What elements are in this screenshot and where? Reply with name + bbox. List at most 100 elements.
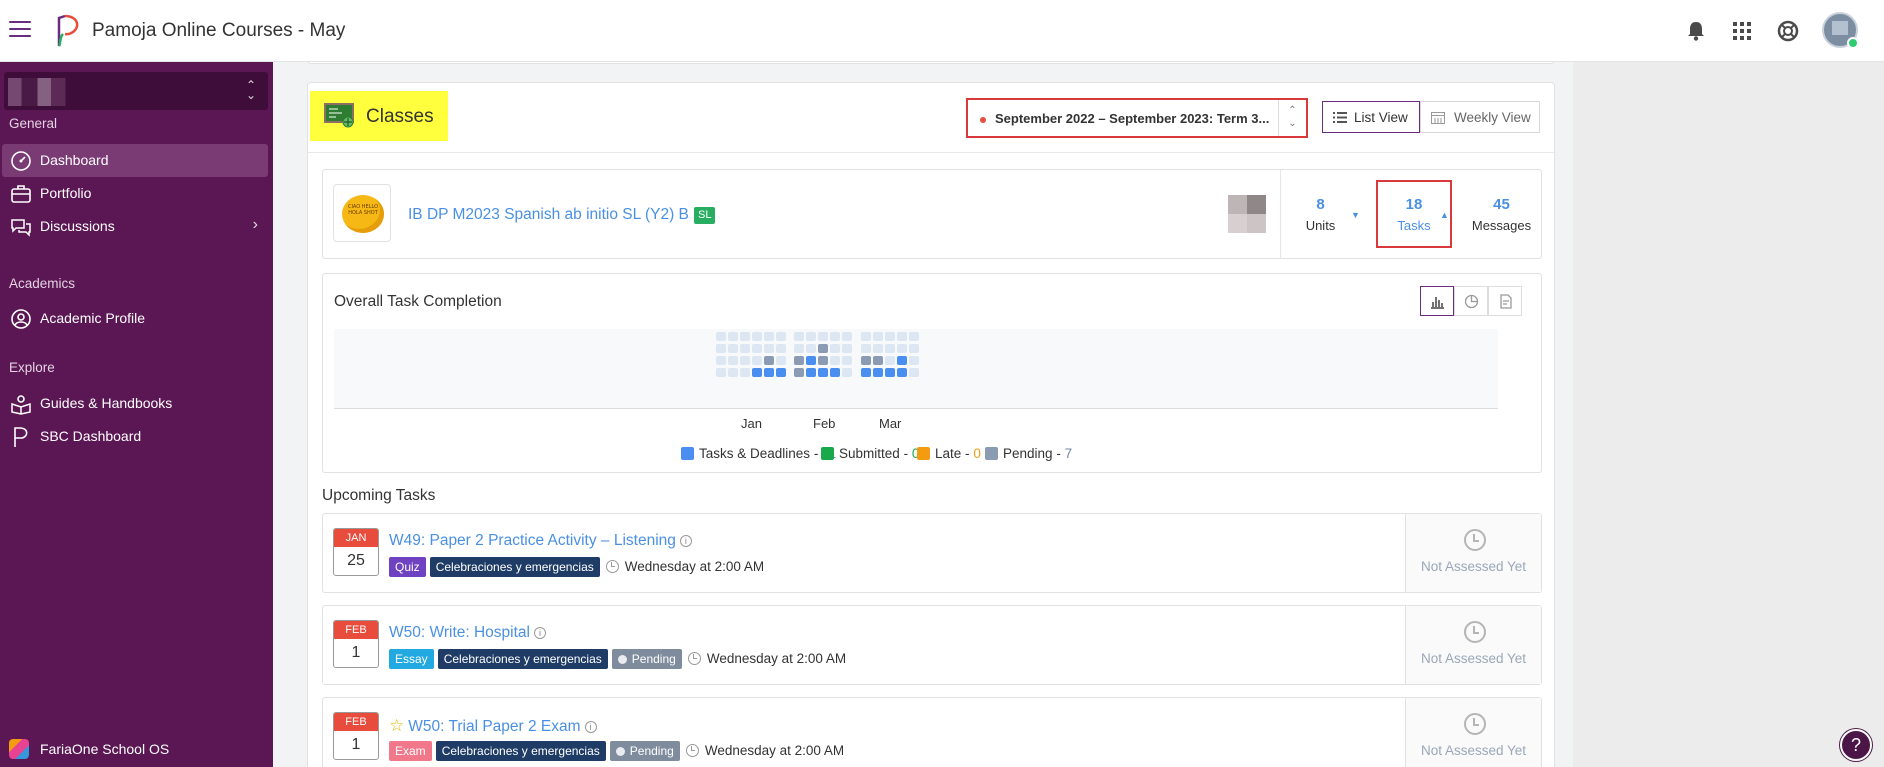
task-title-link[interactable]: W49: Paper 2 Practice Activity – Listeni… xyxy=(389,532,692,550)
messages-count: 45 xyxy=(1493,196,1510,213)
heatmap-cell xyxy=(728,332,738,341)
heatmap-cell xyxy=(806,332,816,341)
sidebar-item-label: Guides & Handbooks xyxy=(40,395,173,411)
heatmap-cell xyxy=(776,356,786,365)
sidebar-item-label: SBC Dashboard xyxy=(40,428,142,444)
app-grid-icon[interactable] xyxy=(1728,17,1756,45)
heatmap-cell xyxy=(776,332,786,341)
clock-icon xyxy=(605,560,619,573)
heatmap-cell xyxy=(794,356,804,365)
sidebar-item-sbc-dashboard[interactable]: SBC Dashboard xyxy=(2,420,268,453)
help-button[interactable]: ? xyxy=(1840,729,1872,761)
bar-chart-button[interactable] xyxy=(1420,286,1454,316)
due-date-calendar: FEB 1 xyxy=(333,620,379,668)
task-type-badge: Essay xyxy=(389,649,434,669)
heatmap-cell xyxy=(909,344,919,353)
heatmap-cell xyxy=(740,344,750,353)
legend-separator: - xyxy=(813,446,819,461)
list-icon xyxy=(1333,112,1347,123)
fariaone-label: FariaOne School OS xyxy=(40,741,170,757)
assessment-status-text: Not Assessed Yet xyxy=(1420,651,1527,666)
units-label: Units xyxy=(1305,218,1336,233)
assessment-status-text: Not Assessed Yet xyxy=(1420,743,1527,758)
pending-badge: Pending xyxy=(611,649,682,669)
clock-icon xyxy=(687,652,701,665)
heatmap-cell xyxy=(776,344,786,353)
report-button[interactable] xyxy=(1488,286,1522,316)
unit-badge: Celebraciones y emergencias xyxy=(435,741,606,761)
heatmap-cell xyxy=(818,356,828,365)
heatmap-cell xyxy=(861,344,871,353)
heatmap-cell xyxy=(740,368,750,377)
term-active-dot xyxy=(980,117,986,123)
due-month: JAN xyxy=(334,529,378,547)
pie-chart-button[interactable] xyxy=(1454,286,1488,316)
due-time-text: Wednesday at 2:00 AM xyxy=(706,651,847,666)
sidebar-item-academic-profile[interactable]: Academic Profile xyxy=(2,302,268,335)
info-icon[interactable]: i xyxy=(679,535,692,547)
tasks-label: Tasks xyxy=(1397,218,1431,233)
info-icon[interactable]: i xyxy=(533,627,546,639)
heatmap-cell xyxy=(728,356,738,365)
menu-hamburger-icon[interactable] xyxy=(9,21,31,39)
star-icon[interactable]: ☆ xyxy=(389,716,404,736)
heatmap-cell xyxy=(764,368,774,377)
heatmap-cell xyxy=(752,344,762,353)
units-stat[interactable]: 8 Units ▼ xyxy=(1280,170,1360,258)
heatmap-cell xyxy=(842,368,852,377)
weekly-view-button[interactable]: Weekly View xyxy=(1420,101,1540,133)
pending-dot-icon xyxy=(615,747,625,756)
legend-swatch xyxy=(681,447,694,460)
classes-card: Classes September 2022 – September 2023:… xyxy=(307,82,1555,767)
heatmap-cell xyxy=(752,332,762,341)
sidebar-item-discussions[interactable]: Discussions › xyxy=(2,210,268,243)
teacher-avatar[interactable] xyxy=(1228,195,1266,233)
classroom-board-icon xyxy=(324,103,354,128)
notifications-bell-icon[interactable] xyxy=(1682,17,1710,45)
course-thumbnail[interactable]: CIAO HELLO HOLA SHOT xyxy=(333,184,391,242)
sidebar-item-dashboard[interactable]: Dashboard xyxy=(2,144,268,177)
upcoming-tasks-title: Upcoming Tasks xyxy=(322,487,436,504)
heatmap-cell xyxy=(752,368,762,377)
school-selector[interactable]: ⌃ ⌄ xyxy=(4,72,268,110)
heatmap-cell xyxy=(842,344,852,353)
classes-title: Classes xyxy=(310,91,448,141)
task-row[interactable]: FEB 1 W50: Write: Hospital i Essay Celebra… xyxy=(322,605,1542,685)
task-title-link[interactable]: ☆ W50: Trial Paper 2 Exam i xyxy=(389,716,597,736)
task-title-text: W49: Paper 2 Practice Activity – Listeni… xyxy=(389,532,676,549)
due-date-calendar: FEB 1 xyxy=(333,712,379,760)
info-icon[interactable]: i xyxy=(584,721,597,733)
heatmap-cell xyxy=(861,356,871,365)
course-name-link[interactable]: IB DP M2023 Spanish ab initio SL (Y2) B xyxy=(408,206,689,224)
heatmap-cell xyxy=(897,344,907,353)
legend-separator: - xyxy=(965,446,970,461)
weekly-view-label: Weekly View xyxy=(1454,110,1531,125)
chevron-updown-icon: ⌃ ⌄ xyxy=(245,78,256,102)
heatmap-cell xyxy=(909,368,919,377)
school-name-redacted xyxy=(8,78,82,106)
pending-dot-icon xyxy=(617,655,627,664)
list-view-button[interactable]: List View xyxy=(1322,101,1420,133)
report-document-icon xyxy=(1500,294,1512,309)
task-type-badge: Exam xyxy=(389,741,432,761)
task-row[interactable]: JAN 25 W49: Paper 2 Practice Activity – … xyxy=(322,513,1542,593)
previous-card xyxy=(307,62,1555,64)
right-panel xyxy=(1573,62,1884,767)
term-selector[interactable]: September 2022 – September 2023: Term 3.… xyxy=(966,98,1308,138)
tasks-stat[interactable]: 18 Tasks ▲ xyxy=(1376,180,1452,248)
heatmap-cell xyxy=(897,332,907,341)
classes-header: Classes September 2022 – September 2023:… xyxy=(308,83,1554,153)
messages-stat[interactable]: 45 Messages xyxy=(1460,170,1543,258)
heatmap-cell xyxy=(861,368,871,377)
task-title-link[interactable]: W50: Write: Hospital i xyxy=(389,624,546,642)
due-date-calendar: JAN 25 xyxy=(333,528,379,576)
support-lifebuoy-icon[interactable] xyxy=(1774,17,1802,45)
due-month: FEB xyxy=(334,713,378,731)
classes-title-text: Classes xyxy=(366,106,434,127)
user-avatar[interactable] xyxy=(1822,12,1859,49)
sidebar-item-guides-handbooks[interactable]: Guides & Handbooks xyxy=(2,387,268,420)
month-label-mar: Mar xyxy=(879,416,902,431)
heatmap-cell xyxy=(830,332,840,341)
sidebar-item-portfolio[interactable]: Portfolio xyxy=(2,177,268,210)
task-row[interactable]: FEB 1 ☆ W50: Trial Paper 2 Exam i Exam Cele… xyxy=(322,697,1542,767)
